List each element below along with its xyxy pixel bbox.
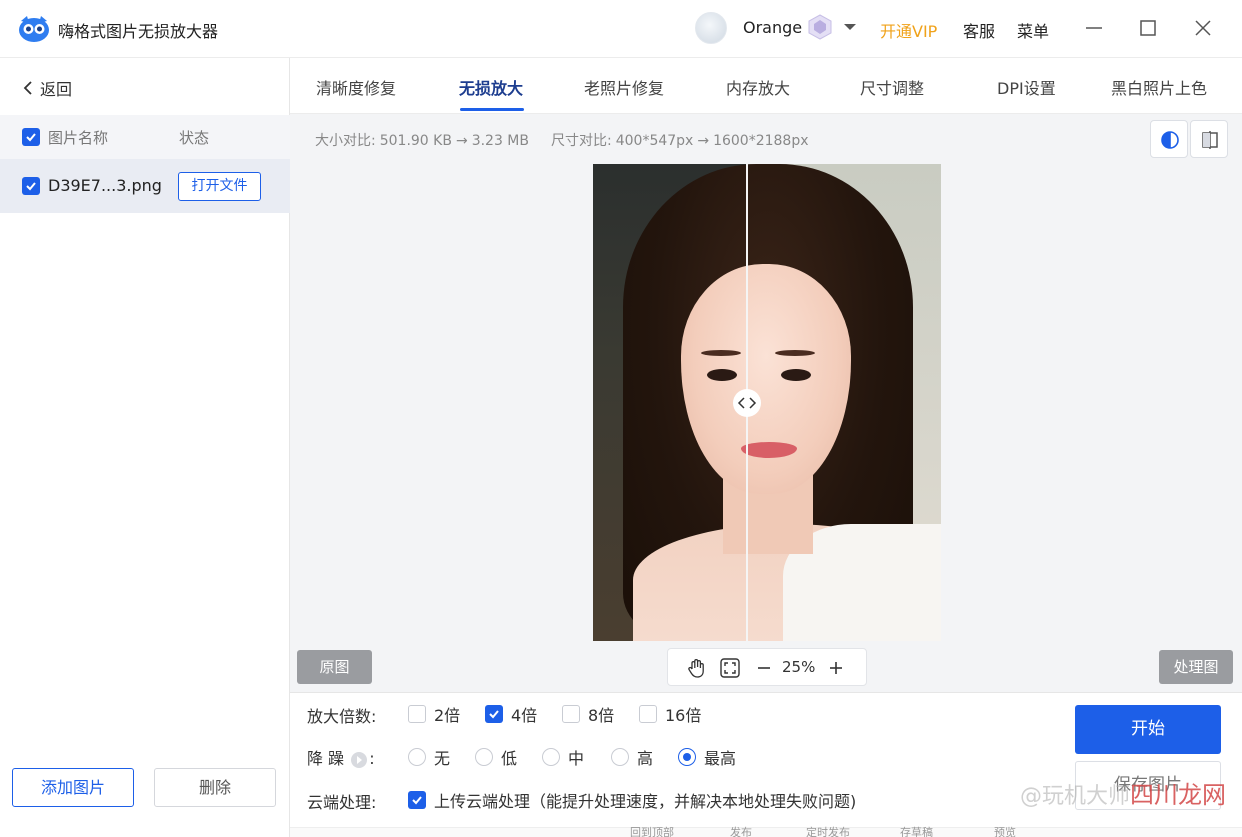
column-header-status: 状态 bbox=[179, 129, 210, 147]
menu-link[interactable]: 菜单 bbox=[1017, 18, 1049, 42]
hand-pan-icon[interactable] bbox=[685, 657, 707, 679]
scale-label: 放大倍数: bbox=[307, 707, 377, 726]
denoise-option-high[interactable]: 高 bbox=[611, 745, 653, 769]
file-list-header: 图片名称 状态 bbox=[0, 115, 290, 159]
tab-colorize[interactable]: 黑白照片上色 bbox=[1111, 75, 1207, 99]
denoise-label: 降 躁 : bbox=[307, 749, 375, 768]
check-icon bbox=[26, 182, 36, 191]
chevrons-left-right-icon bbox=[737, 397, 757, 409]
denoise-low-radio[interactable] bbox=[475, 748, 493, 766]
scale-8x-checkbox[interactable] bbox=[562, 705, 580, 723]
zoom-toolbar: 25% bbox=[667, 648, 867, 686]
denoise-highest-radio[interactable] bbox=[678, 748, 696, 766]
feature-tabs: 清晰度修复 无损放大 老照片修复 内存放大 尺寸调整 DPI设置 黑白照片上色 bbox=[290, 58, 1242, 114]
preview-area: 大小对比: 501.90 KB → 3.23 MB 尺寸对比: 400*547px → 160… bbox=[290, 114, 1242, 692]
start-button[interactable]: 开始 bbox=[1075, 705, 1221, 754]
help-play-icon[interactable] bbox=[351, 751, 368, 768]
maximize-icon[interactable] bbox=[1134, 14, 1162, 42]
zoom-in-icon[interactable] bbox=[825, 657, 847, 679]
split-view-button[interactable] bbox=[1190, 120, 1228, 158]
processed-image-label: 处理图 bbox=[1159, 650, 1233, 684]
open-file-button[interactable]: 打开文件 bbox=[178, 172, 261, 201]
tab-old-photo-repair[interactable]: 老照片修复 bbox=[584, 75, 664, 99]
delete-button[interactable]: 删除 bbox=[154, 768, 276, 807]
arrow-right-icon: → bbox=[455, 133, 468, 149]
compare-icon bbox=[1161, 131, 1179, 149]
add-image-button[interactable]: 添加图片 bbox=[12, 768, 134, 807]
scale-option-2x[interactable]: 2倍 bbox=[408, 702, 460, 726]
dimension-label: 尺寸对比: bbox=[551, 133, 612, 149]
vip-badge-icon bbox=[808, 14, 832, 40]
column-header-name: 图片名称 bbox=[48, 129, 109, 147]
watermark: @玩机大师四川龙网 bbox=[1020, 781, 1227, 809]
scale-2x-checkbox[interactable] bbox=[408, 705, 426, 723]
file-checkbox[interactable] bbox=[22, 177, 40, 195]
scale-option-4x[interactable]: 4倍 bbox=[485, 702, 537, 726]
active-tab-indicator bbox=[460, 108, 524, 111]
app-title: 嗨格式图片无损放大器 bbox=[58, 22, 219, 41]
tab-clarity-repair[interactable]: 清晰度修复 bbox=[316, 75, 396, 99]
split-view-icon bbox=[1202, 131, 1218, 149]
select-all-checkbox[interactable] bbox=[22, 128, 40, 146]
open-vip-link[interactable]: 开通VIP bbox=[880, 18, 937, 42]
check-icon bbox=[26, 133, 36, 142]
app-logo-icon bbox=[19, 16, 49, 42]
compare-slider-handle[interactable] bbox=[733, 389, 761, 417]
original-image-label: 原图 bbox=[297, 650, 372, 684]
denoise-high-radio[interactable] bbox=[611, 748, 629, 766]
avatar[interactable] bbox=[695, 12, 727, 44]
dimension-from: 400*547px bbox=[615, 133, 694, 149]
preview-image[interactable] bbox=[593, 164, 941, 641]
denoise-option-medium[interactable]: 中 bbox=[542, 745, 584, 769]
size-to: 3.23 MB bbox=[471, 133, 529, 149]
cloud-processing-option[interactable]: 上传云端处理（能提升处理速度，并解决本地处理失败问题) bbox=[408, 788, 856, 812]
close-icon[interactable] bbox=[1189, 14, 1217, 42]
file-name: D39E7...3.png bbox=[48, 176, 162, 195]
size-comparison: 大小对比: 501.90 KB → 3.23 MB 尺寸对比: 400*547px → 160… bbox=[315, 130, 813, 150]
denoise-option-none[interactable]: 无 bbox=[408, 745, 450, 769]
cloud-label: 云端处理: bbox=[307, 793, 377, 812]
file-list-item[interactable]: D39E7...3.png 打开文件 bbox=[0, 159, 290, 213]
options-panel: 放大倍数: 2倍 4倍 8倍 16倍 降 躁 : 无 低 中 高 最高 云端处理… bbox=[290, 692, 1242, 837]
tab-file-size-enlarge[interactable]: 内存放大 bbox=[726, 75, 790, 99]
tab-lossless-enlarge[interactable]: 无损放大 bbox=[459, 75, 523, 99]
arrow-right-icon: → bbox=[697, 133, 710, 149]
chevron-left-icon bbox=[23, 81, 32, 95]
minimize-icon[interactable] bbox=[1080, 14, 1108, 42]
file-sidebar: 返回 图片名称 状态 D39E7...3.png 打开文件 添加图片 删除 bbox=[0, 58, 290, 837]
tab-size-adjust[interactable]: 尺寸调整 bbox=[860, 75, 924, 99]
scale-option-16x[interactable]: 16倍 bbox=[639, 702, 701, 726]
zoom-level: 25% bbox=[782, 658, 816, 676]
denoise-none-radio[interactable] bbox=[408, 748, 426, 766]
customer-service-link[interactable]: 客服 bbox=[963, 18, 995, 42]
fit-screen-icon[interactable] bbox=[719, 657, 741, 679]
denoise-option-low[interactable]: 低 bbox=[475, 745, 517, 769]
size-from: 501.90 KB bbox=[379, 133, 452, 149]
user-name[interactable]: Orange bbox=[743, 18, 802, 37]
denoise-option-highest[interactable]: 最高 bbox=[678, 745, 736, 769]
scale-option-8x[interactable]: 8倍 bbox=[562, 702, 614, 726]
scale-16x-checkbox[interactable] bbox=[639, 705, 657, 723]
watermark-brand: 四川龙网 bbox=[1130, 781, 1227, 809]
denoise-medium-radio[interactable] bbox=[542, 748, 560, 766]
check-icon bbox=[489, 710, 499, 719]
title-bar: 嗨格式图片无损放大器 Orange 开通VIP 客服 菜单 bbox=[0, 0, 1242, 58]
compare-view-button[interactable] bbox=[1150, 120, 1188, 158]
size-label: 大小对比: bbox=[315, 133, 376, 149]
scale-4x-checkbox[interactable] bbox=[485, 705, 503, 723]
cloud-processing-checkbox[interactable] bbox=[408, 791, 426, 809]
back-button[interactable]: 返回 bbox=[22, 76, 72, 100]
bottom-strip: 回到顶部 发布 定时发布 存草稿 预览 bbox=[290, 826, 1242, 837]
tab-dpi-settings[interactable]: DPI设置 bbox=[997, 75, 1056, 99]
chevron-down-icon[interactable] bbox=[841, 20, 859, 34]
dimension-to: 1600*2188px bbox=[713, 133, 809, 149]
back-label: 返回 bbox=[40, 80, 73, 99]
zoom-out-icon[interactable] bbox=[753, 657, 775, 679]
check-icon bbox=[412, 796, 422, 805]
